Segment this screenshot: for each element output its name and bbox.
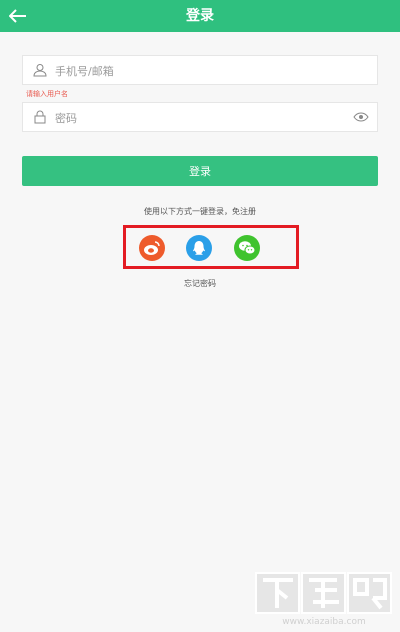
weibo-login-button[interactable]	[139, 235, 165, 261]
page-title: 登录	[186, 8, 214, 24]
qq-icon	[193, 241, 205, 255]
social-login-hint: 使用以下方式一键登录，免注册	[144, 207, 256, 216]
user-icon	[33, 64, 47, 77]
account-field[interactable]	[22, 55, 378, 86]
weibo-icon	[144, 241, 160, 255]
qq-login-button[interactable]	[186, 235, 212, 261]
password-field[interactable]	[22, 102, 378, 133]
account-input[interactable]	[53, 56, 357, 86]
watermark-url: www.xiazaiba.com	[282, 617, 366, 626]
watermark-logo: www.xiazaiba.com	[255, 572, 392, 626]
wechat-login-button[interactable]	[234, 235, 260, 261]
header-bar: 登录	[0, 0, 400, 32]
error-message: 请输入用户名	[26, 90, 68, 98]
password-input[interactable]	[53, 103, 357, 133]
lock-icon	[34, 110, 46, 124]
eye-icon[interactable]	[353, 111, 369, 123]
forgot-password-link[interactable]: 忘记密码	[0, 278, 400, 289]
login-button[interactable]: 登录	[22, 156, 378, 186]
wechat-icon	[239, 241, 256, 255]
